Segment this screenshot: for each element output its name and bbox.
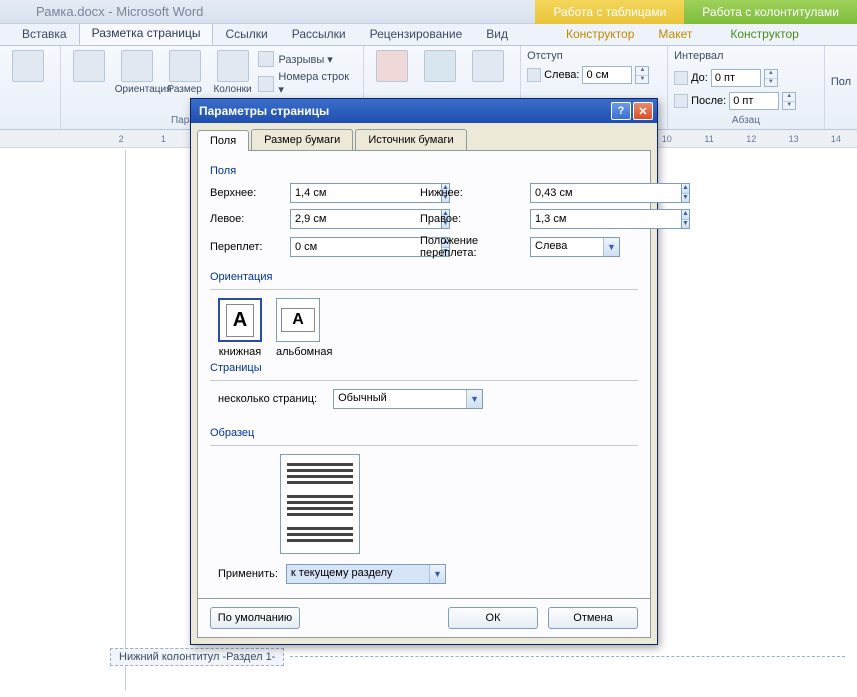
contextual-tab-headers: Работа с колонтитулами (684, 0, 857, 24)
spacing-after-label: После: (691, 95, 726, 107)
dialog-tab-paper-size[interactable]: Размер бумаги (251, 129, 353, 150)
spacing-before-spinner[interactable]: ▲▼ (764, 69, 778, 87)
page-color-button[interactable] (418, 48, 462, 84)
section-preview-label: Образец (210, 427, 638, 439)
dialog-button-row: По умолчанию ОК Отмена (197, 599, 651, 638)
apply-to-label: Применить: (218, 568, 278, 580)
dialog-help-button[interactable]: ? (611, 102, 631, 120)
ribbon-tab-row: Вставка Разметка страницы Ссылки Рассылк… (0, 24, 857, 46)
gutter-spinbox[interactable]: ▲▼ (290, 237, 380, 257)
bottom-margin-spinbox[interactable]: ▲▼ (530, 183, 620, 203)
size-button[interactable]: Размер (163, 48, 207, 95)
tab-view[interactable]: Вид (474, 24, 520, 45)
breaks-button[interactable]: Разрывы ▾ (258, 50, 357, 68)
gutter-position-combo[interactable]: Слева ▼ (530, 237, 620, 257)
dialog-body: Поля Верхнее: ▲▼ Нижнее: ▲▼ Левое: ▲▼ Пр… (197, 150, 651, 599)
multiple-pages-value: Обычный (334, 390, 466, 408)
group-spacing: Интервал До: ▲▼ После: ▲▼ Абзац (668, 46, 825, 129)
indent-left-label: Слева: (544, 69, 579, 81)
spacing-before-icon (674, 71, 688, 85)
orientation-button[interactable]: Ориентация (115, 48, 159, 95)
position-cut-label: Пол (831, 76, 851, 88)
apply-to-combo[interactable]: к текущему разделу ▼ (286, 564, 446, 584)
divider (210, 289, 638, 290)
ok-button[interactable]: ОК (448, 607, 538, 629)
page-preview (280, 454, 360, 554)
indent-left-input[interactable] (582, 66, 632, 84)
gutter-position-label: Положение переплета: (390, 235, 530, 259)
bottom-margin-input[interactable] (530, 183, 682, 203)
top-margin-label: Верхнее: (210, 187, 290, 199)
section-orientation-label: Ориентация (210, 271, 638, 283)
divider (210, 445, 638, 446)
watermark-button[interactable] (370, 48, 414, 84)
top-margin-spinbox[interactable]: ▲▼ (290, 183, 380, 203)
dialog-tab-row: Поля Размер бумаги Источник бумаги (191, 123, 657, 150)
spacing-label: Интервал (674, 48, 818, 66)
footer-dashed-line (290, 656, 845, 657)
apply-to-value: к текущему разделу (287, 565, 429, 583)
dialog-tab-paper-source[interactable]: Источник бумаги (355, 129, 466, 150)
dialog-titlebar[interactable]: Параметры страницы ? ✕ (191, 99, 657, 123)
multiple-pages-label: несколько страниц: (218, 393, 317, 405)
margins-button[interactable] (67, 48, 111, 84)
indent-label: Отступ (527, 48, 661, 66)
gutter-position-value: Слева (531, 238, 603, 256)
tab-page-layout[interactable]: Разметка страницы (79, 22, 214, 45)
tab-table-layout[interactable]: Макет (646, 24, 704, 45)
dialog-close-button[interactable]: ✕ (633, 102, 653, 120)
section-pages-label: Страницы (210, 362, 638, 374)
chevron-down-icon[interactable]: ▼ (603, 238, 619, 256)
tab-mailings[interactable]: Рассылки (280, 24, 358, 45)
dialog-title-text: Параметры страницы (199, 104, 329, 118)
indent-left-spinner[interactable]: ▲▼ (635, 66, 649, 84)
tab-insert[interactable]: Вставка (10, 24, 79, 45)
cancel-button[interactable]: Отмена (548, 607, 638, 629)
multiple-pages-combo[interactable]: Обычный ▼ (333, 389, 483, 409)
page-setup-dialog: Параметры страницы ? ✕ Поля Размер бумаг… (190, 98, 658, 645)
group-position-cut: Пол (825, 46, 857, 129)
spacing-after-spinner[interactable]: ▲▼ (782, 92, 796, 110)
divider (210, 380, 638, 381)
spacing-after-input[interactable] (729, 92, 779, 110)
tab-table-design[interactable]: Конструктор (554, 24, 646, 45)
footer-section-tab[interactable]: Нижний колонтитул -Раздел 1- (110, 648, 284, 666)
tab-header-design[interactable]: Конструктор (718, 24, 810, 45)
spacing-after-icon (674, 94, 688, 108)
left-margin-spinbox[interactable]: ▲▼ (290, 209, 380, 229)
page-borders-button[interactable] (466, 48, 510, 84)
left-margin-label: Левое: (210, 213, 290, 225)
gutter-label: Переплет: (210, 241, 290, 253)
default-button[interactable]: По умолчанию (210, 607, 300, 629)
dialog-tab-fields[interactable]: Поля (197, 130, 249, 151)
chevron-down-icon[interactable]: ▼ (466, 390, 482, 408)
margins-grid: Верхнее: ▲▼ Нижнее: ▲▼ Левое: ▲▼ Правое:… (210, 183, 638, 259)
right-margin-input[interactable] (530, 209, 682, 229)
themes-button[interactable] (6, 48, 50, 84)
right-margin-spinbox[interactable]: ▲▼ (530, 209, 620, 229)
group-themes (0, 46, 61, 129)
indent-left-icon (527, 68, 541, 82)
right-margin-label: Правое: (390, 213, 530, 225)
spacing-before-label: До: (691, 72, 708, 84)
tab-review[interactable]: Рецензирование (358, 24, 475, 45)
contextual-tab-tables: Работа с таблицами (535, 0, 684, 24)
section-fields-label: Поля (210, 165, 638, 177)
portrait-icon (218, 298, 262, 342)
orientation-landscape-button[interactable]: альбомная (276, 298, 332, 358)
line-numbers-button[interactable]: Номера строк ▾ (258, 70, 357, 97)
spacing-before-input[interactable] (711, 69, 761, 87)
orientation-portrait-button[interactable]: книжная (218, 298, 262, 358)
chevron-down-icon[interactable]: ▼ (429, 565, 445, 583)
contextual-tab-strip: Работа с таблицами Работа с колонтитулам… (535, 0, 857, 24)
group-label-paragraph: Абзац (674, 113, 818, 127)
columns-button[interactable]: Колонки (211, 48, 255, 95)
bottom-margin-label: Нижнее: (390, 187, 530, 199)
landscape-icon (276, 298, 320, 342)
window-title: Рамка.docx - Microsoft Word (36, 4, 203, 19)
window-titlebar: Рамка.docx - Microsoft Word Работа с таб… (0, 0, 857, 24)
tab-references[interactable]: Ссылки (213, 24, 279, 45)
